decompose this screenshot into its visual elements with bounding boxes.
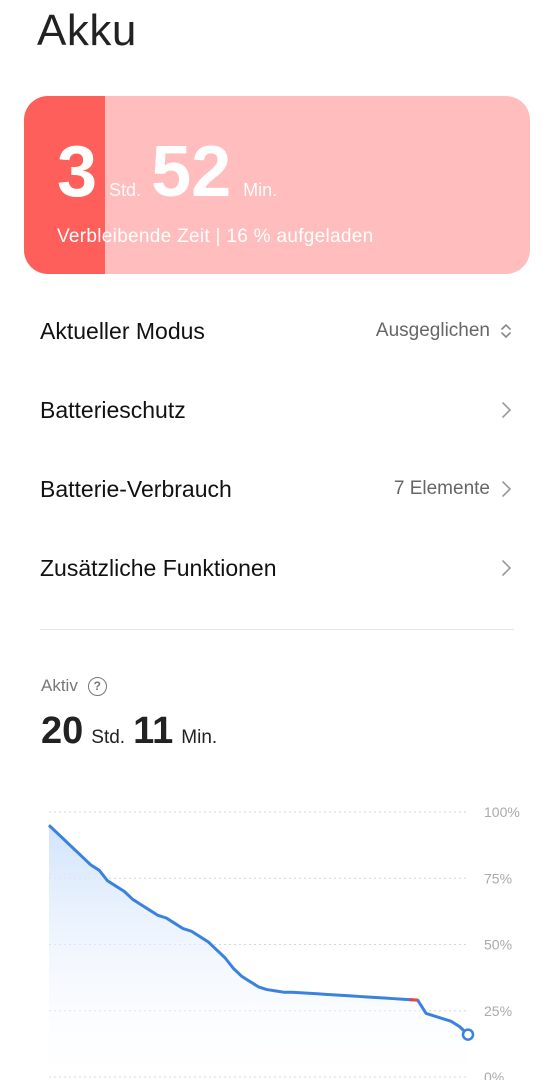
battery-card: 3 Std. 52 Min. Verbleibende Zeit | 16 % … [24, 96, 530, 274]
setting-value: Ausgeglichen [375, 320, 490, 341]
active-minutes: 11 [133, 710, 174, 752]
battery-area [49, 825, 468, 1077]
active-hours: 20 [41, 710, 84, 752]
divider [40, 629, 514, 630]
setting-current-mode[interactable]: Aktueller Modus Ausgeglichen [40, 305, 514, 357]
setting-label: Zusätzliche Funktionen [40, 554, 277, 581]
y-tick-label: 25% [484, 1003, 512, 1019]
battery-subtitle: Verbleibende Zeit | 16 % aufgeladen [57, 226, 374, 247]
setting-value: 7 Elemente [393, 478, 490, 499]
help-circle-icon[interactable]: ? [87, 676, 107, 696]
setting-battery-protection[interactable]: Batterieschutz [40, 384, 514, 436]
y-tick-label: 100% [484, 804, 520, 820]
chevron-right-icon [498, 400, 514, 420]
y-tick-label: 0% [484, 1069, 504, 1080]
setting-label: Aktueller Modus [40, 317, 205, 344]
remaining-minutes: 52 [151, 132, 232, 212]
setting-label: Batterie-Verbrauch [40, 475, 232, 502]
setting-battery-usage[interactable]: Batterie-Verbrauch 7 Elemente [40, 463, 514, 515]
setting-label: Batterieschutz [40, 396, 186, 423]
remaining-time: 3 Std. 52 Min. [57, 136, 287, 208]
battery-level-chart: 100% 75% 50% 25% 0% [47, 804, 520, 1080]
page-title: Akku [37, 6, 137, 55]
current-level-marker [461, 1028, 475, 1041]
active-time: 20 Std. 11 Min. [41, 712, 225, 750]
charging-segment [409, 998, 418, 1002]
remaining-hours: 3 [57, 132, 98, 212]
remaining-minutes-unit: Min. [243, 180, 278, 200]
setting-additional-functions[interactable]: Zusätzliche Funktionen [40, 542, 514, 594]
active-hours-unit: Std. [91, 727, 126, 748]
chevron-updown-icon [498, 321, 514, 341]
remaining-hours-unit: Std. [109, 180, 142, 200]
y-tick-label: 75% [484, 870, 512, 886]
y-tick-label: 50% [484, 937, 512, 953]
active-label: Aktiv [41, 676, 78, 695]
chevron-right-icon [498, 558, 514, 578]
chevron-right-icon [498, 479, 514, 499]
active-label-row: Aktiv ? [41, 676, 107, 696]
active-minutes-unit: Min. [181, 727, 218, 748]
